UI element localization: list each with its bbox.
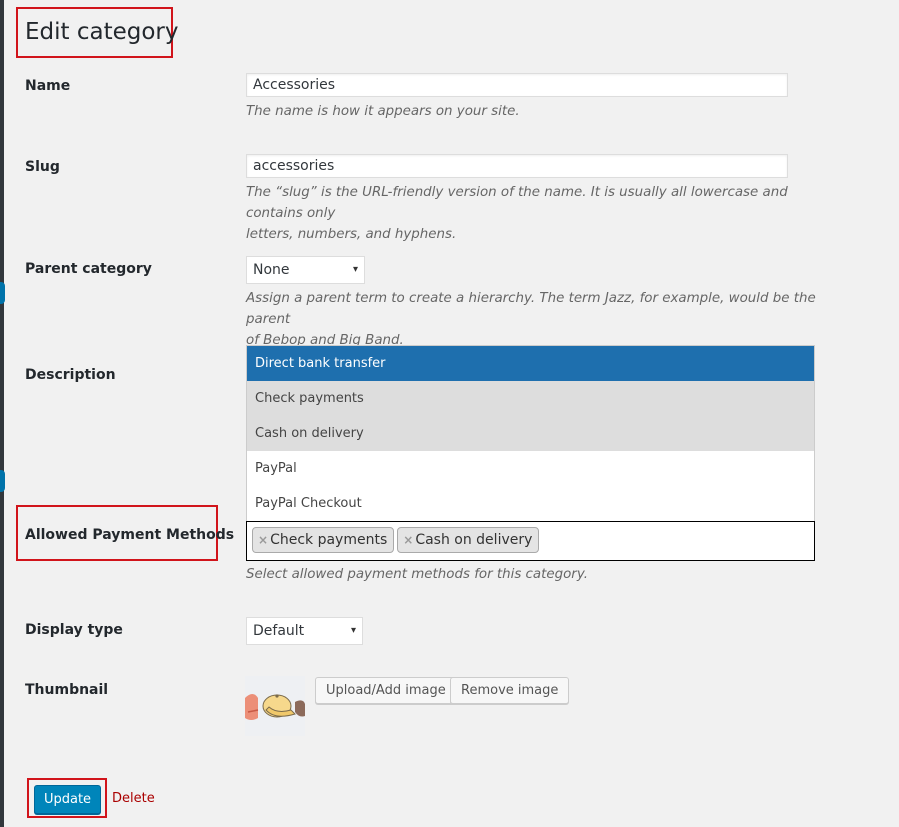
name-input[interactable]: [246, 73, 788, 97]
description-label: Description: [25, 367, 116, 383]
selected-payment-chip: × Cash on delivery: [397, 527, 540, 553]
payment-option[interactable]: Direct bank transfer: [247, 346, 814, 381]
parent-category-description: Assign a parent term to create a hierarc…: [246, 288, 826, 351]
chevron-down-icon: ▾: [352, 264, 358, 275]
update-button[interactable]: Update: [34, 785, 101, 814]
payment-methods-description: Select allowed payment methods for this …: [246, 567, 588, 582]
admin-sidebar-edge: [0, 0, 4, 827]
parent-description-line: Assign a parent term to create a hierarc…: [246, 291, 816, 327]
slug-description: The “slug” is the URL-friendly version o…: [246, 182, 826, 245]
slug-label: Slug: [25, 159, 60, 175]
remove-image-button[interactable]: Remove image: [450, 677, 570, 704]
chip-label: Check payments: [270, 532, 388, 548]
slug-description-line: letters, numbers, and hyphens.: [246, 227, 457, 242]
page-title: Edit category: [25, 19, 179, 45]
chevron-down-icon: ▾: [350, 625, 356, 636]
allowed-payment-methods-label: Allowed Payment Methods: [25, 527, 235, 543]
delete-link[interactable]: Delete: [112, 791, 155, 806]
name-description: The name is how it appears on your site.: [246, 104, 520, 119]
payment-option[interactable]: PayPal Checkout: [247, 486, 814, 521]
payment-methods-multiselect[interactable]: × Check payments × Cash on delivery: [246, 521, 815, 561]
slug-input[interactable]: [246, 154, 788, 178]
selected-payment-chip: × Check payments: [252, 527, 395, 553]
display-type-select[interactable]: Default ▾: [246, 617, 363, 645]
display-type-label: Display type: [25, 622, 123, 638]
payment-option[interactable]: Check payments: [247, 381, 814, 416]
upload-image-button[interactable]: Upload/Add image: [315, 677, 457, 704]
sidebar-notch: [0, 470, 5, 492]
remove-chip-icon[interactable]: ×: [258, 533, 268, 547]
slug-description-line: The “slug” is the URL-friendly version o…: [246, 185, 788, 221]
payment-methods-dropdown: Direct bank transfer Check payments Cash…: [246, 345, 815, 521]
parent-category-value: None: [253, 262, 290, 278]
name-label: Name: [25, 78, 71, 94]
parent-category-label: Parent category: [25, 261, 152, 277]
thumbnail-label: Thumbnail: [25, 682, 109, 698]
thumbnail-image: [245, 676, 305, 736]
payment-option[interactable]: Cash on delivery: [247, 416, 814, 451]
parent-category-select[interactable]: None ▾: [246, 256, 365, 284]
sidebar-notch: [0, 282, 5, 304]
payment-option[interactable]: PayPal: [247, 451, 814, 486]
remove-chip-icon[interactable]: ×: [403, 533, 413, 547]
caps-illustration-icon: [245, 676, 305, 736]
display-type-value: Default: [253, 623, 305, 639]
chip-label: Cash on delivery: [415, 532, 533, 548]
